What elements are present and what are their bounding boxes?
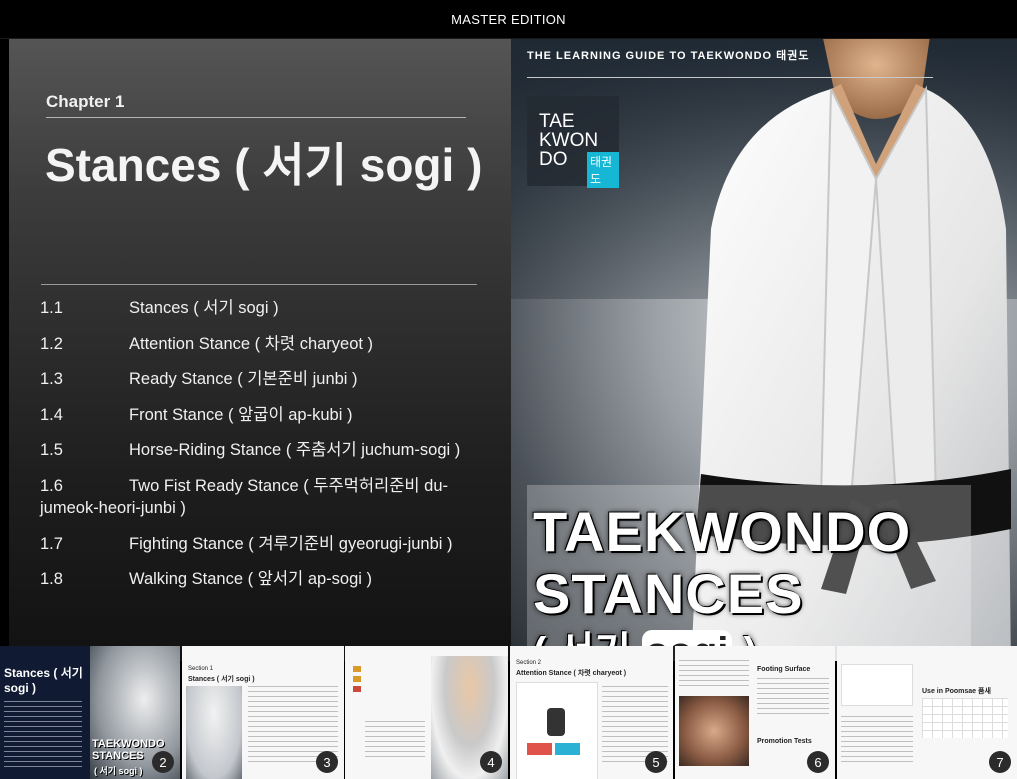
toc-item-1-5[interactable]: 1.5 Horse-Riding Stance ( 주춤서기 juchum-so… [40,439,500,461]
thumbnail-text-block [679,660,749,686]
thumbnail-diagram [841,664,913,706]
toc-item-1-4[interactable]: 1.4 Front Stance ( 앞굽이 ap-kubi ) [40,404,500,426]
toc-number: 1.5 [40,441,63,459]
thumbnail-section-label: Section 2 [516,660,542,666]
toc-text: Fighting Stance ( 겨루기준비 gyeorugi-junbi ) [129,535,453,553]
thumbnail-text-block [841,716,913,766]
toc-text: Front Stance ( 앞굽이 ap-kubi ) [129,406,353,424]
page-number-badge: 5 [645,751,667,773]
page-thumbnail-5[interactable]: Section 2 Attention Stance ( 차렷 charyeot… [510,646,673,779]
thumbnail-heading: Stances ( 서기 sogi ) [4,666,83,695]
thumbnail-diagram [516,682,598,779]
thumbnail-image [679,696,749,766]
thumbnail-heading: Attention Stance ( 차렷 charyeot ) [516,670,627,677]
thumbnail-text-block [4,701,82,771]
thumbnail-heading: Footing Surface [757,666,811,673]
page-thumbnail-strip: Stances ( 서기 sogi ) TAEKWONDO STANCES ( … [0,646,1017,779]
toc-item-1-6[interactable]: 1.6 Two Fist Ready Stance ( 두주먹허리준비 du-j… [40,475,500,519]
divider [527,77,933,78]
thumbnail-section-label: Section 1 [188,666,214,672]
logo-text: TAE [539,111,575,132]
toc-text: Horse-Riding Stance ( 주춤서기 juchum-sogi ) [129,441,461,459]
page-thumbnail-4[interactable]: 4 [345,646,508,779]
table-of-contents: 1.1 Stances ( 서기 sogi ) 1.2 Attention St… [40,297,500,590]
chapter-label: Chapter 1 [46,92,125,111]
page-number-badge: 3 [316,751,338,773]
logo-text: KWON [539,130,599,151]
edition-title: MASTER EDITION [451,11,566,27]
toc-text: Ready Stance ( 기본준비 junbi ) [129,370,358,388]
toc-text: Stances ( 서기 sogi ) [129,299,279,317]
page-thumbnail-6[interactable]: Footing Surface Promotion Tests 6 [675,646,835,779]
cover-title-line1: TAEKWONDO [533,500,912,563]
toc-number: 1.8 [40,570,63,588]
page-number-badge: 4 [480,751,502,773]
page-number-badge: 6 [807,751,829,773]
page-thumbnail-7[interactable]: Use in Poomsae 품새 7 [837,646,1017,779]
thumbnail-heading: Use in Poomsae 품새 [922,688,991,695]
toc-item-1-2[interactable]: 1.2 Attention Stance ( 차렷 charyeot ) [40,333,500,355]
chapter-page: Chapter 1 Stances ( 서기 sogi ) 1.1 Stance… [9,39,511,661]
toc-number: 1.6 [40,477,63,495]
book-cover: THE LEARNING GUIDE TO TAEKWONDO 태권도 TAE … [511,39,1017,661]
page-number-badge: 7 [989,751,1011,773]
thumbnail-cover-subtitle: ( 서기 sogi ) [94,766,143,776]
toc-number: 1.3 [40,370,63,388]
divider [46,117,466,118]
toc-number: 1.4 [40,406,63,424]
thumbnail-text-block [365,721,425,761]
thumbnail-text-block [757,678,829,718]
toc-number: 1.2 [40,335,63,353]
taekwondo-logo: TAE KWON DO 태권도 [527,96,619,188]
logo-korean: 태권도 [587,152,619,188]
toc-item-1-8[interactable]: 1.8 Walking Stance ( 앞서기 ap-sogi ) [40,568,500,590]
logo-text: DO [539,149,568,170]
divider [41,284,477,285]
thumbnail-table [922,698,1008,738]
cover-title-line2: STANCES [533,562,804,625]
toc-text: Two Fist Ready Stance ( 두주먹허리준비 du-jumeo… [40,477,449,517]
toc-text: Attention Stance ( 차렷 charyeot ) [129,335,374,353]
toc-text: Walking Stance ( 앞서기 ap-sogi ) [129,570,373,588]
toc-number: 1.7 [40,535,63,553]
page-number-badge: 2 [152,751,174,773]
thumbnail-heading: Stances ( 서기 sogi ) [188,676,255,683]
page-thumbnail-2[interactable]: Stances ( 서기 sogi ) TAEKWONDO STANCES ( … [0,646,180,779]
toc-item-1-1[interactable]: 1.1 Stances ( 서기 sogi ) [40,297,500,319]
toc-item-1-3[interactable]: 1.3 Ready Stance ( 기본준비 junbi ) [40,368,500,390]
thumbnail-subheading: Promotion Tests [757,738,812,745]
top-bar: MASTER EDITION [0,0,1017,39]
page-thumbnail-3[interactable]: Section 1 Stances ( 서기 sogi ) 3 [182,646,344,779]
toc-item-1-7[interactable]: 1.7 Fighting Stance ( 겨루기준비 gyeorugi-jun… [40,533,500,555]
chapter-title: Stances ( 서기 sogi ) [45,139,483,191]
thumbnail-legend [353,666,413,706]
cover-header: THE LEARNING GUIDE TO TAEKWONDO 태권도 [527,50,810,62]
thumbnail-image [186,686,242,779]
toc-number: 1.1 [40,299,63,317]
